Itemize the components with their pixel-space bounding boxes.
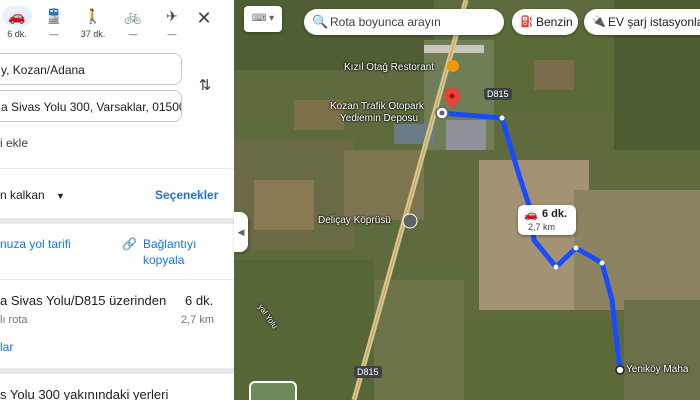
mode-walking-label: 37 dk. bbox=[80, 29, 106, 39]
ev-charging-chip[interactable]: 🔌 EV şarj istasyonla bbox=[584, 9, 700, 35]
ev-charger-icon: 🔌 bbox=[592, 16, 606, 28]
search-icon: 🔍 bbox=[312, 14, 329, 29]
callout-time: 6 dk. bbox=[542, 208, 568, 220]
mode-flight[interactable]: ✈ — bbox=[154, 6, 190, 42]
mode-transit-label: — bbox=[49, 29, 59, 39]
depart-now-dropdown[interactable]: n kalkan ▼ bbox=[0, 188, 65, 202]
transit-icon: 🚆 bbox=[45, 8, 63, 24]
mode-cycling-label: — bbox=[128, 29, 138, 39]
route-subtitle: lı rota bbox=[0, 314, 28, 326]
walking-icon: 🚶 bbox=[84, 8, 102, 24]
route-details-link[interactable]: lar bbox=[0, 340, 13, 354]
travel-mode-bar: 🚗 6 dk. 🚆 — 🚶 37 dk. 🚲 — ✈ — ✕ bbox=[0, 0, 234, 44]
fuel-chip-label: Benzin bbox=[536, 15, 573, 29]
keyboard-icon[interactable]: ⌨ ▾ bbox=[244, 6, 282, 32]
layers-thumbnail[interactable] bbox=[249, 381, 297, 400]
bicycle-icon: 🚲 bbox=[124, 8, 142, 24]
route-duration-callout[interactable]: 🚗 6 dk. 2,7 km bbox=[518, 205, 576, 235]
ev-chip-label: EV şarj istasyonla bbox=[608, 15, 700, 29]
directions-panel: 🚗 6 dk. 🚆 — 🚶 37 dk. 🚲 — ✈ — ✕ y, Kozan/… bbox=[0, 0, 234, 400]
close-icon[interactable]: ✕ bbox=[194, 8, 214, 28]
route-distance: 2,7 km bbox=[181, 314, 215, 326]
send-directions-button[interactable]: nuza yol tarifi bbox=[0, 237, 71, 251]
mode-driving-label: 6 dk. bbox=[7, 29, 27, 39]
parking-label-line1[interactable]: Kozan Trafik Otopark bbox=[330, 101, 424, 112]
origin-input[interactable]: y, Kozan/Adana bbox=[0, 53, 182, 85]
callout-distance: 2,7 km bbox=[528, 222, 556, 232]
fuel-chip[interactable]: ⛽ Benzin bbox=[512, 9, 578, 35]
road-shield-d815: D815 bbox=[484, 88, 512, 100]
car-icon: 🚗 bbox=[2, 6, 32, 26]
copy-link-line1: Bağlantıyı bbox=[142, 237, 197, 251]
add-stop-button[interactable]: i ekle bbox=[0, 136, 28, 150]
divider bbox=[0, 168, 234, 169]
options-button[interactable]: Seçenekler bbox=[155, 188, 218, 202]
caret-down-icon: ▼ bbox=[56, 191, 65, 201]
route-search-placeholder: Rota boyunca arayın bbox=[330, 15, 441, 29]
parking-label-line2: Yediemin Deposu bbox=[340, 113, 419, 124]
divider bbox=[0, 279, 234, 280]
link-icon: 🔗 bbox=[122, 237, 137, 251]
village-label[interactable]: Yeniköy Maha bbox=[626, 364, 688, 375]
gas-station-icon: ⛽ bbox=[520, 16, 534, 28]
satellite-map[interactable]: Kızıl Otağ Restorant Kozan Trafik Otopar… bbox=[234, 0, 700, 400]
bridge-label[interactable]: Deliçay Köprüsü bbox=[318, 215, 391, 226]
car-icon: 🚗 bbox=[524, 209, 538, 221]
copy-link-button[interactable]: 🔗 Bağlantıyı bbox=[122, 237, 196, 251]
route-name[interactable]: a Sivas Yolu/D815 üzerinden bbox=[0, 293, 166, 308]
road-shield-d815: D815 bbox=[354, 366, 382, 378]
route-search-box[interactable]: 🔍 Rota boyunca arayın bbox=[304, 9, 504, 35]
nearby-heading: s Yolu 300 yakınındaki yerleri bbox=[0, 387, 169, 400]
restaurant-label[interactable]: Kızıl Otağ Restorant bbox=[344, 62, 434, 73]
mode-transit[interactable]: 🚆 — bbox=[36, 6, 72, 42]
divider bbox=[0, 218, 234, 224]
mode-cycling[interactable]: 🚲 — bbox=[115, 6, 151, 42]
mode-walking[interactable]: 🚶 37 dk. bbox=[75, 6, 111, 42]
flight-icon: ✈ bbox=[166, 8, 178, 24]
depart-now-label: n kalkan bbox=[0, 188, 45, 202]
route-time: 6 dk. bbox=[185, 293, 214, 308]
swap-icon[interactable]: ⇅ bbox=[196, 76, 214, 94]
destination-input[interactable]: a Sivas Yolu 300, Varsaklar, 01500 K bbox=[0, 90, 182, 122]
satellite-imagery bbox=[234, 0, 700, 400]
mode-flight-label: — bbox=[167, 29, 177, 39]
divider bbox=[0, 368, 234, 374]
mode-driving[interactable]: 🚗 6 dk. bbox=[0, 6, 35, 42]
collapse-panel-button[interactable]: ◀ bbox=[234, 212, 248, 252]
copy-link-line2: kopyala bbox=[143, 253, 185, 267]
